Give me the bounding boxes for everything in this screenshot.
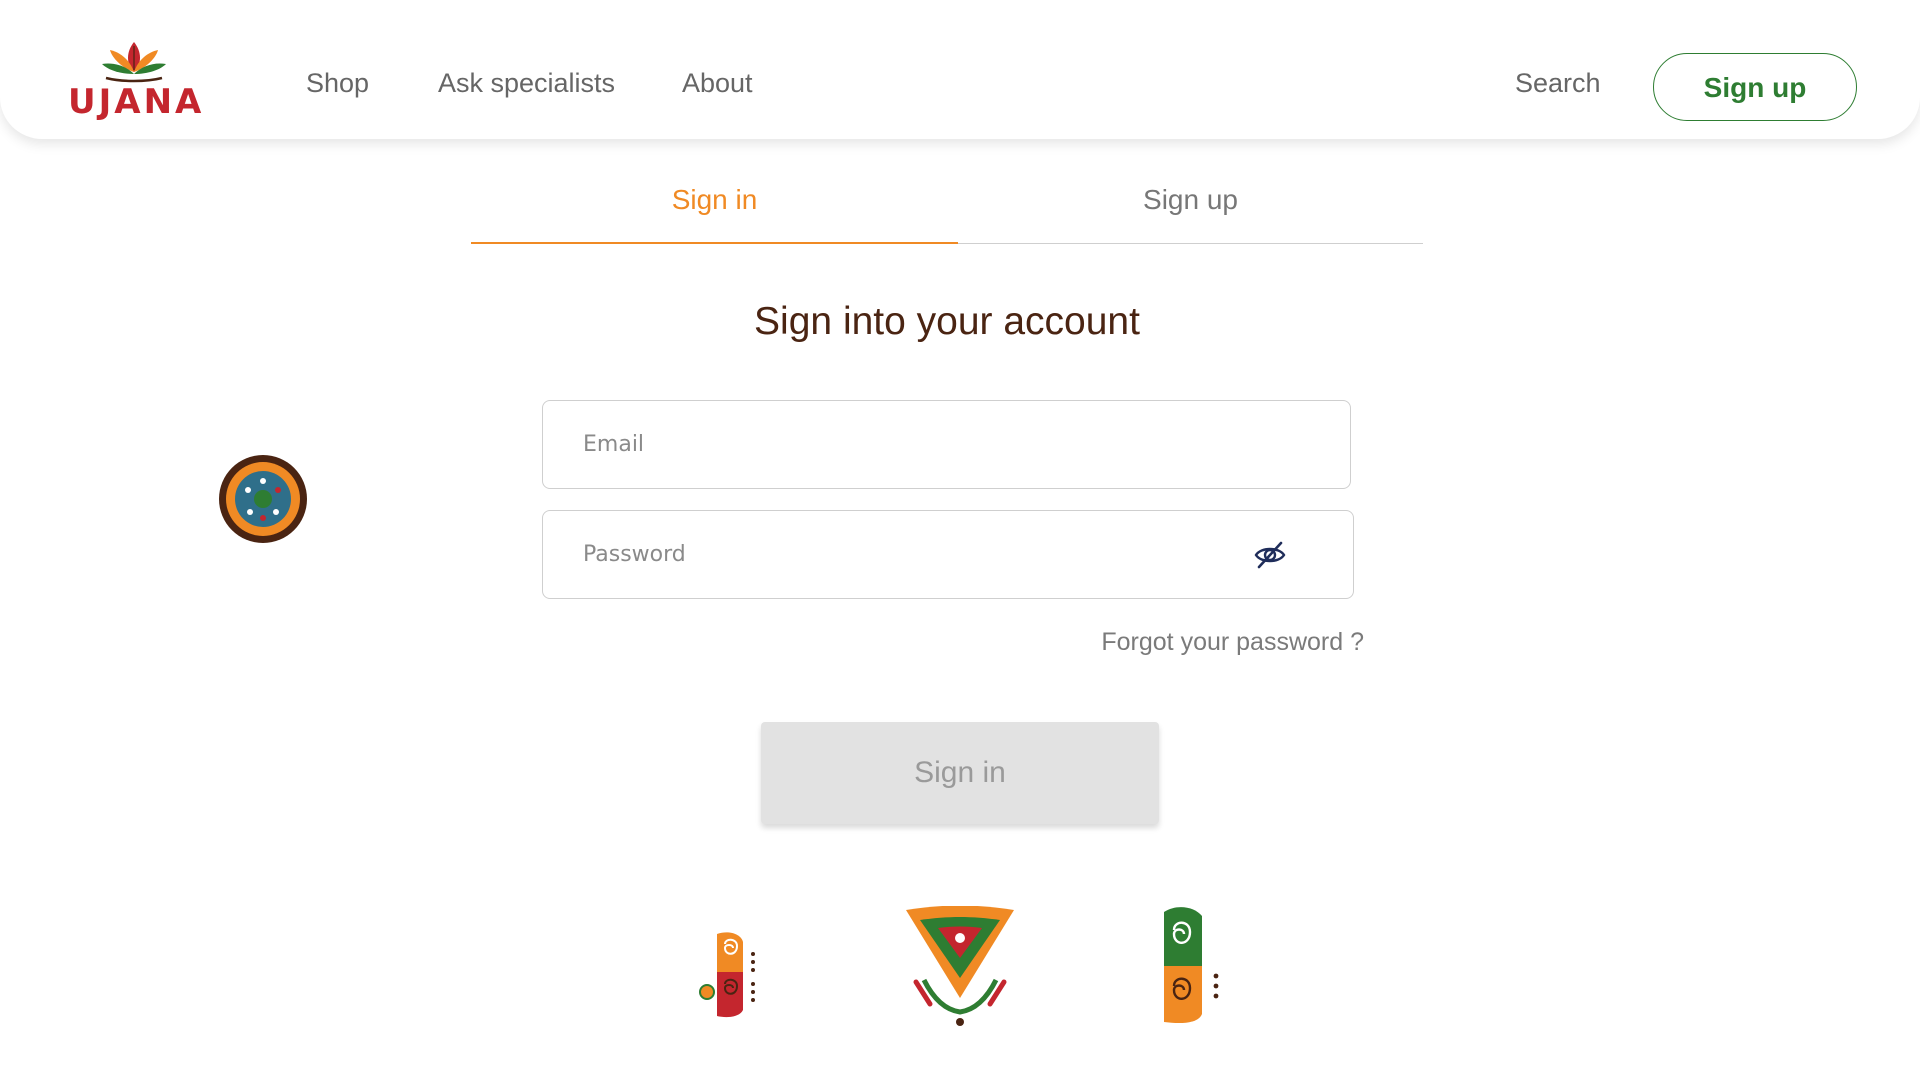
tab-sign-in[interactable]: Sign in: [471, 170, 958, 244]
tab-sign-up[interactable]: Sign up: [958, 170, 1423, 244]
auth-tabs: Sign in Sign up: [471, 170, 1423, 244]
ujana-logo[interactable]: UJANA: [66, 38, 205, 122]
spiral-totem-left-icon: [699, 932, 755, 1018]
nav-ask-specialists-link[interactable]: Ask specialists: [438, 68, 615, 99]
forgot-password-link[interactable]: Forgot your password ?: [1050, 628, 1364, 657]
site-header: UJANA Shop Ask specialists About Search …: [0, 0, 1920, 139]
header-signup-button[interactable]: Sign up: [1653, 53, 1857, 121]
nav-about-link[interactable]: About: [682, 68, 753, 99]
email-field-container: [542, 400, 1351, 489]
sign-in-button[interactable]: Sign in: [761, 722, 1159, 824]
lotus-leaf-icon: [102, 42, 166, 83]
page-title: Sign into your account: [754, 300, 1140, 343]
password-field-container: [542, 510, 1354, 599]
logo-wordmark: UJANA: [68, 82, 205, 122]
spiral-totem-right-icon: [1164, 907, 1219, 1024]
circle-ornament-icon: [219, 455, 307, 543]
nav-search-link[interactable]: Search: [1515, 68, 1601, 99]
password-field[interactable]: [543, 511, 1353, 598]
email-field[interactable]: [543, 401, 1350, 488]
nav-shop-link[interactable]: Shop: [306, 68, 369, 99]
triangle-ornament-icon: [906, 906, 1014, 1026]
eye-slash-icon[interactable]: [1253, 539, 1287, 571]
